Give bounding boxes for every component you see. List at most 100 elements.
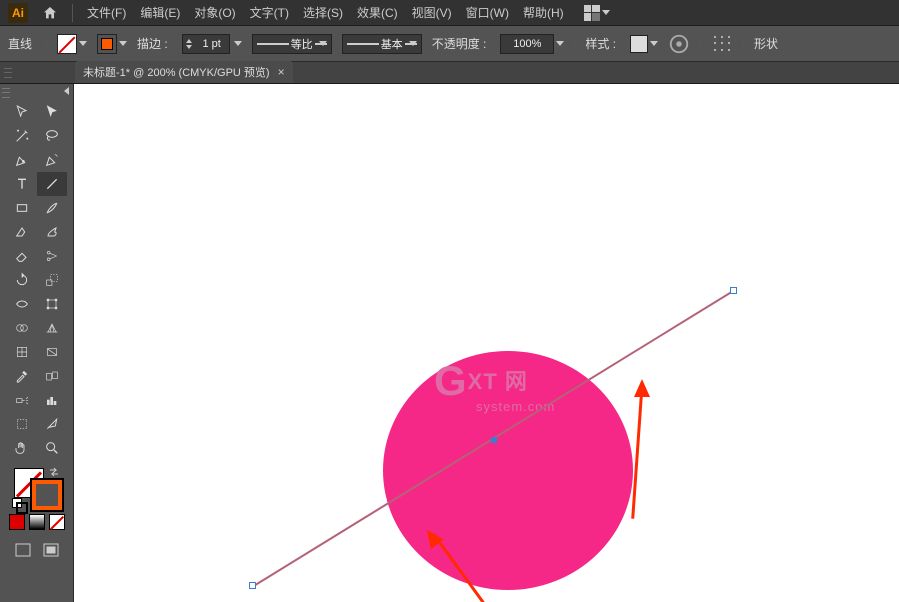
pen-tool[interactable]	[7, 148, 37, 172]
graphic-style-dropdown[interactable]	[630, 35, 658, 53]
recolor-icon	[668, 33, 690, 55]
menu-bar: Ai 文件(F) 编辑(E) 对象(O) 文字(T) 选择(S) 效果(C) 视…	[0, 0, 899, 26]
scissors-tool[interactable]	[37, 244, 67, 268]
fill-none-mode[interactable]	[49, 514, 65, 530]
shaper-tool[interactable]	[7, 220, 37, 244]
draw-normal-button[interactable]	[11, 540, 35, 560]
opacity-value: 100%	[513, 38, 541, 50]
stroke-swatch-dropdown[interactable]	[97, 34, 127, 54]
menu-edit[interactable]: 编辑(E)	[140, 4, 180, 21]
menu-help[interactable]: 帮助(H)	[523, 4, 564, 21]
hand-tool[interactable]	[7, 436, 37, 460]
zoom-tool[interactable]	[37, 436, 67, 460]
default-fill-stroke-icon[interactable]	[12, 498, 24, 510]
chevron-down-icon	[602, 10, 610, 15]
curvature-tool[interactable]	[37, 148, 67, 172]
scale-tool[interactable]	[37, 268, 67, 292]
blend-tool[interactable]	[37, 364, 67, 388]
chevron-down-icon	[409, 41, 417, 46]
control-divider	[46, 35, 47, 53]
menu-effect[interactable]: 效果(C)	[357, 4, 398, 21]
width-tool[interactable]	[7, 292, 37, 316]
artboard-tool[interactable]	[7, 412, 37, 436]
selection-handle[interactable]	[730, 287, 737, 294]
selection-type-label: 直线	[8, 35, 32, 52]
profile-label: 等比	[289, 36, 315, 52]
rotate-tool[interactable]	[7, 268, 37, 292]
work-area: GXT 网 system.com	[0, 84, 899, 602]
menu-type[interactable]: 文字(T)	[250, 4, 289, 21]
fill-swatch-dropdown[interactable]	[57, 34, 87, 54]
selection-center-point[interactable]	[491, 437, 497, 443]
annotation-arrow	[432, 534, 542, 602]
tool-panel	[0, 84, 74, 602]
stroke-swatch-icon	[97, 34, 117, 54]
fill-color-mode[interactable]	[9, 514, 25, 530]
eyedropper-tool[interactable]	[7, 364, 37, 388]
panel-grip-icon[interactable]	[4, 66, 12, 80]
chevron-down-icon	[234, 41, 242, 46]
type-tool[interactable]	[7, 172, 37, 196]
home-icon[interactable]	[42, 5, 58, 21]
stroke-weight-field[interactable]: 1 pt	[182, 34, 242, 54]
artboard[interactable]: GXT 网 system.com	[74, 84, 899, 602]
menu-select[interactable]: 选择(S)	[303, 4, 343, 21]
annotation-arrow	[634, 379, 654, 519]
shape-builder-tool[interactable]	[7, 316, 37, 340]
chevron-down-icon	[319, 41, 327, 46]
eraser-tool[interactable]	[7, 244, 37, 268]
fill-mode-row	[9, 514, 65, 530]
symbol-sprayer-tool[interactable]	[7, 388, 37, 412]
rectangle-tool[interactable]	[7, 196, 37, 220]
stroke-indicator[interactable]	[32, 480, 62, 510]
document-tab-strip: 未标题-1* @ 200% (CMYK/GPU 预览) ×	[0, 62, 899, 84]
menu-object[interactable]: 对象(O)	[194, 4, 235, 21]
variable-width-profile[interactable]: 等比	[252, 34, 332, 54]
watermark-text: GXT 网 system.com	[434, 357, 555, 414]
menu-view[interactable]: 视图(V)	[412, 4, 452, 21]
opacity-field[interactable]: 100%	[500, 34, 564, 54]
shape-panel-label[interactable]: 形状	[754, 35, 778, 52]
canvas-area[interactable]: GXT 网 system.com	[74, 84, 899, 602]
lasso-tool[interactable]	[37, 124, 67, 148]
selection-handle[interactable]	[249, 582, 256, 589]
paintbrush-tool[interactable]	[37, 196, 67, 220]
brush-definition[interactable]: 基本	[342, 34, 422, 54]
line-segment-tool[interactable]	[37, 172, 67, 196]
collapse-panel-button[interactable]	[61, 86, 71, 96]
document-tab[interactable]: 未标题-1* @ 200% (CMYK/GPU 预览) ×	[75, 61, 293, 83]
menu-divider	[72, 4, 73, 22]
stepper-buttons[interactable]	[183, 35, 195, 53]
perspective-grid-tool[interactable]	[37, 316, 67, 340]
fill-swatch-icon	[57, 34, 77, 54]
mesh-tool[interactable]	[7, 340, 37, 364]
style-swatch-icon	[630, 35, 648, 53]
selection-tool[interactable]	[7, 100, 37, 124]
free-transform-tool[interactable]	[37, 292, 67, 316]
slice-tool[interactable]	[37, 412, 67, 436]
menu-file[interactable]: 文件(F)	[87, 4, 126, 21]
fill-stroke-control[interactable]	[12, 466, 62, 510]
style-label: 样式 :	[585, 35, 616, 52]
chevron-down-icon	[79, 41, 87, 46]
align-grid-icon	[713, 35, 731, 53]
screen-mode-button[interactable]	[39, 540, 63, 560]
magic-wand-tool[interactable]	[7, 124, 37, 148]
column-graph-tool[interactable]	[37, 388, 67, 412]
menu-window[interactable]: 窗口(W)	[466, 4, 509, 21]
panel-grip-icon[interactable]	[2, 86, 10, 100]
chevron-down-icon	[119, 41, 127, 46]
tab-close-button[interactable]: ×	[278, 65, 285, 79]
stroke-weight-value: 1 pt	[195, 38, 229, 50]
workspace-switcher[interactable]	[584, 4, 614, 22]
draw-mode-row	[11, 540, 63, 560]
gradient-tool[interactable]	[37, 340, 67, 364]
chevron-down-icon	[650, 41, 658, 46]
opacity-label: 不透明度 :	[432, 35, 487, 52]
align-panel-button[interactable]	[711, 33, 733, 55]
direct-selection-tool[interactable]	[37, 100, 67, 124]
recolor-artwork-button[interactable]	[668, 33, 690, 55]
fill-gradient-mode[interactable]	[29, 514, 45, 530]
swap-fill-stroke-icon[interactable]	[48, 466, 60, 478]
blob-brush-tool[interactable]	[37, 220, 67, 244]
